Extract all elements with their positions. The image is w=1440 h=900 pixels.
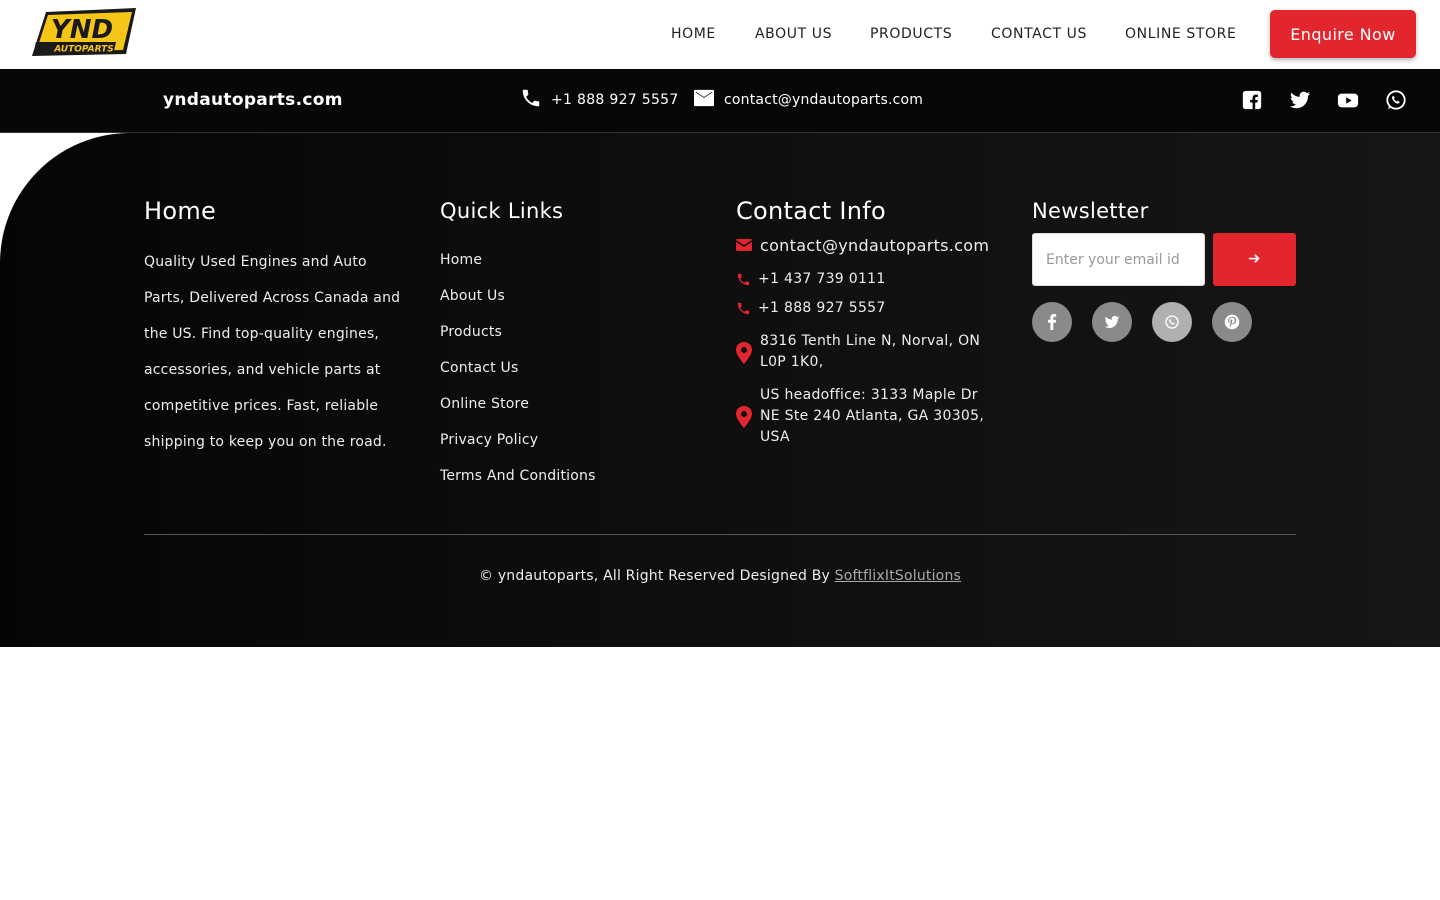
whatsapp-icon[interactable] [1385,89,1409,113]
nav-contact-us[interactable]: CONTACT US [991,26,1087,42]
footer-quick-links-title: Quick Links [440,199,564,223]
footer-newsletter-title: Newsletter [1032,199,1149,223]
phone-icon [736,301,752,317]
arrow-right-icon [1248,252,1261,268]
logo-subtext: AUTOPARTS [53,45,114,55]
newsletter-submit-button[interactable] [1213,233,1296,286]
topbar-email[interactable]: contact@yndautoparts.com [724,92,923,108]
topbar-phone[interactable]: +1 888 927 5557 [551,92,679,108]
location-pin-icon [736,406,752,428]
footer-contact-address-us: US headoffice: 3133 Maple Dr NE Ste 240 … [760,387,985,445]
whatsapp-icon[interactable] [1152,302,1192,342]
copyright-text: © yndautoparts, All Right Reserved Desig… [478,568,830,584]
footer-contact-phone-2[interactable]: +1 888 927 5557 [758,298,886,319]
pinterest-icon[interactable] [1212,302,1252,342]
footer-link-products[interactable]: Products [440,324,502,340]
logo-text: YND [51,15,113,45]
nav-home[interactable]: HOME [671,26,716,42]
facebook-icon[interactable] [1032,302,1072,342]
logo-graphic: YND AUTOPARTS [32,8,136,56]
designer-link[interactable]: SoftflixItSolutions [835,568,961,584]
footer-link-contact-us[interactable]: Contact Us [440,360,518,376]
location-pin-icon [736,342,752,364]
twitter-icon[interactable] [1092,302,1132,342]
footer-link-privacy-policy[interactable]: Privacy Policy [440,432,538,448]
footer-contact-title: Contact Info [736,197,887,225]
twitter-icon[interactable] [1289,89,1313,113]
site-domain: yndautoparts.com [163,90,343,110]
contact-topbar: yndautoparts.com +1 888 927 5557 contact… [0,69,1440,133]
nav-about-us[interactable]: ABOUT US [755,26,832,42]
footer-link-online-store[interactable]: Online Store [440,396,529,412]
footer-link-terms[interactable]: Terms And Conditions [440,468,596,484]
newsletter-email-input[interactable] [1032,233,1205,286]
footer-contact-phone-1[interactable]: +1 437 739 0111 [758,269,886,290]
footer-link-home[interactable]: Home [440,252,482,268]
brand-logo[interactable]: YND AUTOPARTS [26,4,138,66]
footer-link-about-us[interactable]: About Us [440,288,505,304]
footer-about-text: Quality Used Engines and Auto Parts, Del… [144,254,401,450]
nav-products[interactable]: PRODUCTS [870,26,952,42]
site-header: YND AUTOPARTS HOME ABOUT US PRODUCTS CON… [0,0,1440,69]
nav-online-store[interactable]: ONLINE STORE [1125,26,1236,42]
footer-contact-email[interactable]: contact@yndautoparts.com [760,235,989,256]
footer-contact-address-canada: 8316 Tenth Line N, Norval, ON L0P 1K0, [760,333,981,370]
copyright: © yndautoparts, All Right Reserved Desig… [0,568,1440,584]
facebook-icon[interactable] [1241,89,1265,113]
phone-icon [736,272,752,288]
phone-icon [520,87,542,109]
mail-icon [693,88,715,108]
site-footer: Home Quality Used Engines and Auto Parts… [0,133,1440,647]
enquire-now-button[interactable]: Enquire Now [1270,10,1416,58]
footer-about-title: Home [144,197,217,225]
youtube-icon[interactable] [1337,89,1361,113]
envelope-icon [735,237,753,253]
footer-divider [144,534,1296,535]
